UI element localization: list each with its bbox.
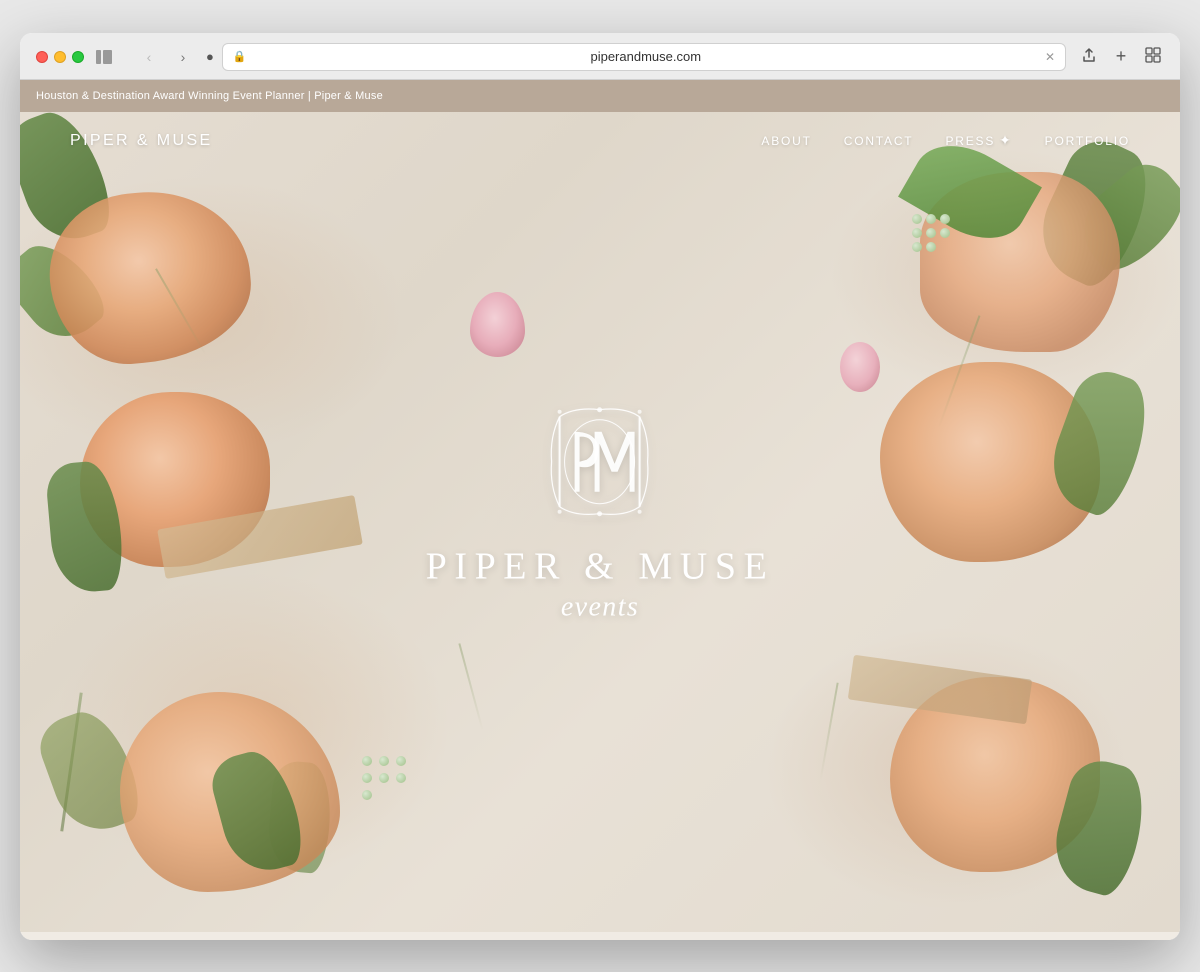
new-tab-button[interactable]: + (1110, 46, 1132, 67)
flower-small-right-center (840, 342, 880, 392)
nav-press-label: PRESS (945, 134, 995, 148)
browser-tab-bar: Houston & Destination Award Winning Even… (20, 80, 1180, 112)
browser-actions: + (1078, 46, 1164, 67)
nav-about[interactable]: ABOUT (761, 134, 811, 148)
navigation-bar: PIPER & MUSE ABOUT CONTACT PRESS ✦ PORTF… (20, 112, 1180, 170)
nav-press-asterisk: ✦ (999, 132, 1013, 149)
center-brand-title: PIPER & MUSE (426, 546, 775, 588)
site-logo[interactable]: PIPER & MUSE (70, 132, 213, 150)
center-brand-subtitle: events (426, 592, 775, 624)
nav-press[interactable]: PRESS ✦ (945, 132, 1012, 149)
clear-url-button[interactable]: ✕ (1045, 50, 1055, 64)
tab-grid-button[interactable] (1142, 47, 1164, 66)
nav-contact[interactable]: CONTACT (844, 134, 914, 148)
monogram-icon (540, 401, 660, 521)
traffic-lights (36, 51, 84, 63)
maximize-button[interactable] (72, 51, 84, 63)
url-text: piperandmuse.com (253, 49, 1039, 64)
close-button[interactable] (36, 51, 48, 63)
sidebar-toggle-button[interactable] (96, 47, 126, 67)
tab-title: Houston & Destination Award Winning Even… (36, 90, 383, 102)
address-bar[interactable]: 🔒 piperandmuse.com ✕ (222, 43, 1066, 71)
bottom-bar (20, 932, 1180, 940)
browser-chrome: ‹ › ● 🔒 piperandmuse.com ✕ + (20, 33, 1180, 80)
share-button[interactable] (1078, 47, 1100, 66)
hero-section: PIPER & MUSE ABOUT CONTACT PRESS ✦ PORTF… (20, 112, 1180, 932)
minimize-button[interactable] (54, 51, 66, 63)
website-content: Houston & Destination Award Winning Even… (20, 80, 1180, 940)
center-logo: PIPER & MUSE events (426, 396, 775, 624)
browser-window: ‹ › ● 🔒 piperandmuse.com ✕ + (20, 33, 1180, 940)
nav-portfolio[interactable]: PORTFOLIO (1045, 134, 1130, 148)
privacy-icon: ● (206, 49, 214, 64)
address-bar-container: ● 🔒 piperandmuse.com ✕ (206, 43, 1066, 71)
berry-cluster-bottom (360, 754, 420, 802)
back-button[interactable]: ‹ (138, 49, 160, 65)
forward-button[interactable]: › (172, 49, 194, 65)
nav-links: ABOUT CONTACT PRESS ✦ PORTFOLIO (761, 132, 1130, 149)
lock-icon: 🔒 (233, 50, 247, 63)
berry-cluster-top-right (910, 212, 960, 254)
monogram-container (535, 396, 665, 526)
